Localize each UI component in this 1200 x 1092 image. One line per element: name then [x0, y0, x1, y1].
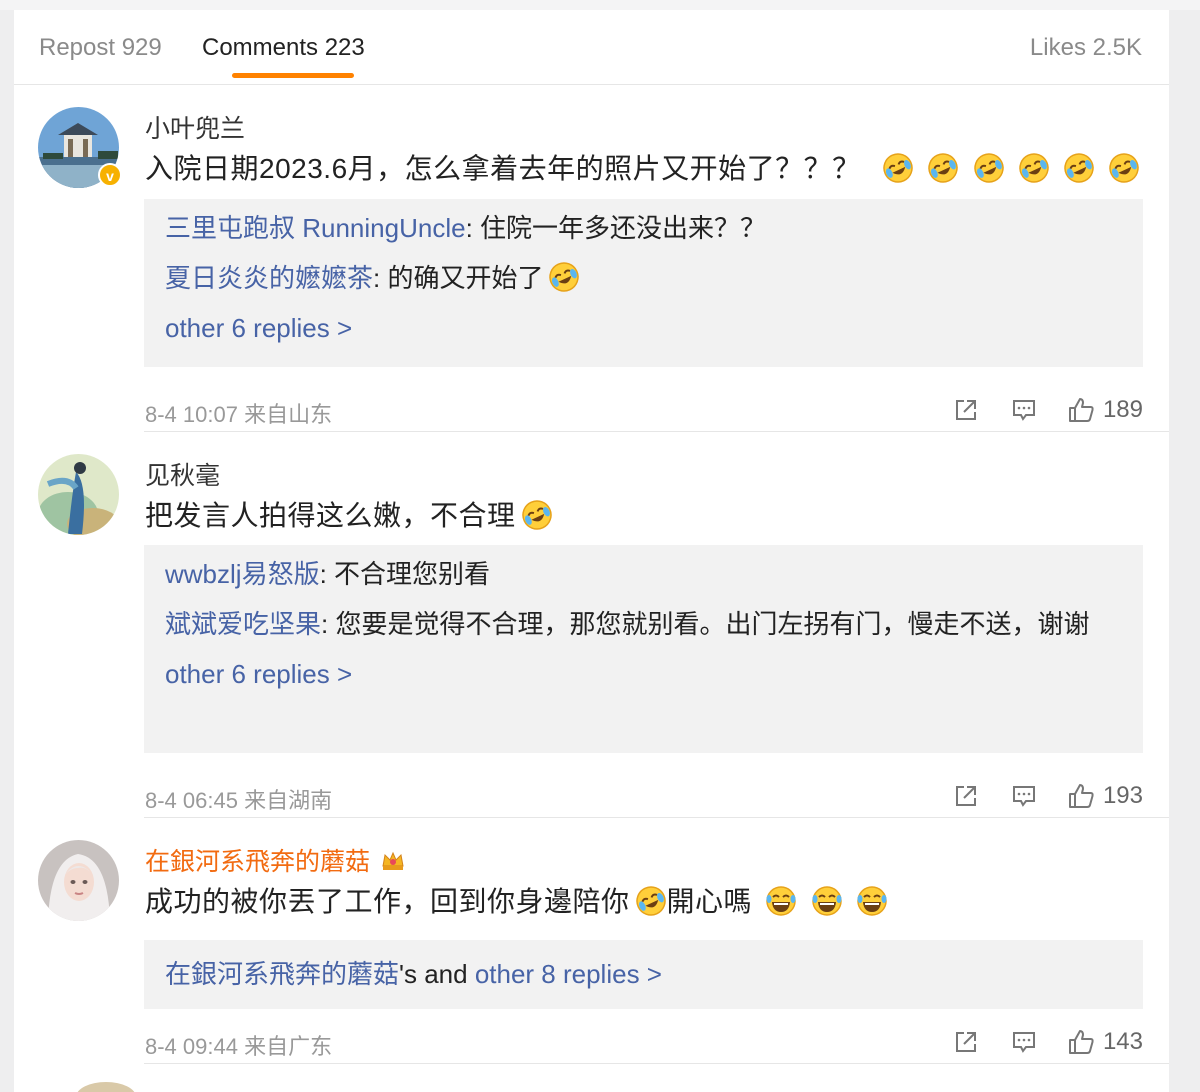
crown-icon: [382, 851, 404, 870]
comment-timestamp: 8-4 06:45 来自湖南: [145, 788, 333, 813]
comment-item: 见秋毫 把发言人拍得这么嫩，不合理 wwbzlj易怒版: 不合理您别看 斌斌爱吃…: [14, 432, 1169, 818]
reply-text: : 不合理您别看: [319, 559, 491, 589]
comment-icon[interactable]: [1011, 397, 1037, 423]
active-tab-indicator: [232, 73, 354, 78]
laugh-cry-emoji: [973, 153, 1004, 183]
like-button[interactable]: 189: [1067, 396, 1143, 424]
laugh-emoji: [766, 886, 797, 916]
reply-username[interactable]: 在銀河系飛奔的蘑菇: [165, 959, 399, 989]
comment-text: 把发言人拍得这么嫩，不合理: [145, 494, 553, 534]
reply-item: 斌斌爱吃坚果: 您要是觉得不合理，那您就别看。出门左拐有门，慢走不送，谢谢: [165, 605, 1123, 644]
comment-username[interactable]: 在銀河系飛奔的蘑菇: [145, 842, 405, 878]
laugh-cry-emoji: [1019, 153, 1049, 183]
like-button[interactable]: 193: [1067, 782, 1143, 810]
reply-item: 夏日炎炎的嬷嬷茶: 的确又开始了: [165, 259, 1123, 298]
comment-icon[interactable]: [1011, 783, 1037, 809]
laugh-cry-emoji: [521, 500, 552, 530]
laugh-cry-emoji: [928, 153, 958, 183]
comment-text-body: 把发言人拍得这么嫩，不合理: [145, 500, 516, 531]
reply-box: wwbzlj易怒版: 不合理您别看 斌斌爱吃坚果: 您要是觉得不合理，那您就别看…: [144, 545, 1143, 753]
laugh-emoji: [811, 886, 842, 916]
comment-text-body: 成功的被你丟了工作，回到你身邊陪你: [145, 886, 630, 917]
reply-summary-mid: 's and: [399, 959, 475, 989]
comment-timestamp: 8-4 09:44 来自广东: [145, 1034, 333, 1059]
divider: [144, 1063, 1169, 1064]
more-replies-link[interactable]: other 6 replies >: [165, 309, 1123, 348]
comment-text-body: 開心嗎: [666, 886, 753, 917]
comment-item: 在銀河系飛奔的蘑菇 成功的被你丟了工作，回到你身邊陪你 開心嗎 在銀河系飛奔的蘑菇…: [14, 818, 1169, 1064]
like-icon: [1068, 398, 1094, 422]
laugh-cry-emoji: [1064, 153, 1094, 183]
laugh-cry-emoji: [883, 153, 913, 183]
tab-likes[interactable]: Likes 2.5K: [1030, 34, 1142, 62]
reply-text: : 您要是觉得不合理，那您就别看。出门左拐有门，慢走不送，谢谢: [321, 609, 1090, 639]
verified-badge-icon: v: [98, 163, 122, 187]
more-replies-link[interactable]: other 6 replies >: [165, 655, 1123, 694]
avatar[interactable]: [38, 840, 119, 921]
reply-username[interactable]: wwbzlj易怒版: [165, 559, 320, 589]
comment-username-text: 在銀河系飛奔的蘑菇: [145, 848, 371, 876]
share-icon[interactable]: [953, 397, 979, 423]
tab-comments[interactable]: Comments 223: [202, 34, 365, 62]
laugh-cry-emoji: [549, 262, 580, 292]
more-replies-link[interactable]: other 8 replies >: [475, 959, 662, 989]
like-count: 193: [1102, 782, 1143, 809]
reply-username[interactable]: 夏日炎炎的嬷嬷茶: [165, 263, 373, 293]
comment-username[interactable]: 小叶兜兰: [145, 109, 245, 145]
comment-icon[interactable]: [1011, 1029, 1037, 1055]
like-count: 143: [1102, 1028, 1143, 1055]
laugh-cry-emoji: [1109, 153, 1140, 183]
emoji-group: [877, 153, 1140, 184]
comment-text: 入院日期2023.6月，怎么拿着去年的照片又开始了？？？: [145, 147, 1140, 187]
like-count: 189: [1102, 396, 1143, 423]
comment-actions: 193: [921, 781, 1143, 811]
reply-username[interactable]: 三里屯跑叔 RunningUncle: [165, 213, 466, 243]
reply-box: 三里屯跑叔 RunningUncle: 住院一年多还没出来？？ 夏日炎炎的嬷嬷茶…: [144, 199, 1143, 367]
share-icon[interactable]: [953, 783, 979, 809]
reply-box: 在銀河系飛奔的蘑菇's and other 8 replies >: [144, 940, 1143, 1009]
like-icon: [1068, 1030, 1094, 1054]
comments-panel: Repost 929 Comments 223 Likes 2.5K v 小叶兜…: [14, 10, 1169, 1092]
reply-item: wwbzlj易怒版: 不合理您别看: [165, 555, 1123, 594]
top-strip: [0, 0, 1200, 10]
comment-text: 成功的被你丟了工作，回到你身邊陪你 開心嗎: [145, 880, 888, 920]
laugh-cry-emoji: [635, 886, 666, 916]
comment-username[interactable]: 见秋毫: [145, 456, 220, 492]
comment-actions: 189: [921, 395, 1143, 425]
reply-text: : 的确又开始了: [373, 263, 544, 293]
reply-item: 三里屯跑叔 RunningUncle: 住院一年多还没出来？？: [165, 209, 1123, 248]
comment-text-body: 入院日期2023.6月，怎么拿着去年的照片又开始了？？？: [145, 153, 861, 184]
comment-timestamp: 8-4 10:07 来自山东: [145, 402, 333, 427]
reply-text: : 住院一年多还没出来？？: [465, 213, 767, 243]
avatar[interactable]: [38, 454, 119, 535]
reply-username[interactable]: 斌斌爱吃坚果: [165, 609, 321, 639]
tab-bar: Repost 929 Comments 223 Likes 2.5K: [14, 10, 1169, 85]
comment-item: v 小叶兜兰 入院日期2023.6月，怎么拿着去年的照片又开始了？？？ 三里屯跑…: [14, 85, 1169, 432]
comment-actions: 143: [921, 1027, 1143, 1057]
like-button[interactable]: 143: [1067, 1028, 1143, 1056]
reply-summary[interactable]: 在銀河系飛奔的蘑菇's and other 8 replies >: [165, 955, 1123, 994]
like-icon: [1068, 784, 1094, 808]
share-icon[interactable]: [953, 1029, 979, 1055]
tab-repost[interactable]: Repost 929: [39, 34, 162, 62]
avatar[interactable]: [76, 1082, 136, 1092]
laugh-emoji: [857, 886, 887, 916]
